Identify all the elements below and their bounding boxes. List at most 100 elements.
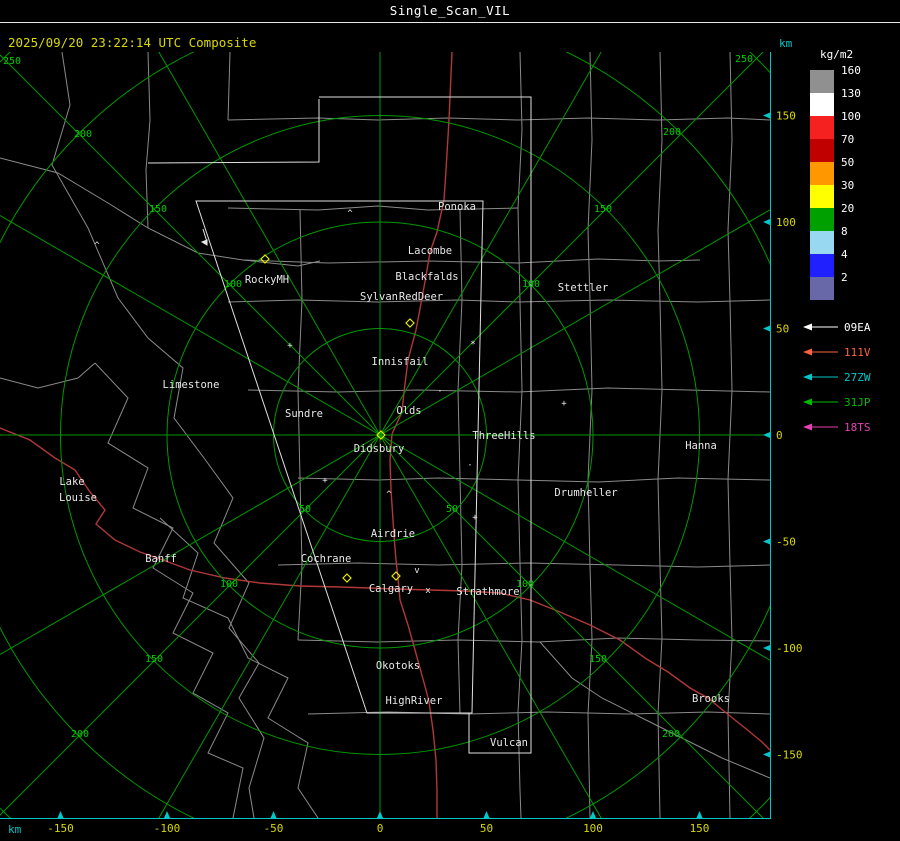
colorbar-swatch [810, 277, 834, 300]
city-label-banff: Banff [145, 553, 177, 565]
range-ring-labels: 1001502002501001502002505010015020050100… [3, 54, 753, 740]
radar-arrow-icon [803, 423, 812, 431]
colorbar-value: 2 [841, 271, 848, 284]
right-axis-tick [763, 325, 770, 332]
colorbar-swatch [810, 93, 834, 116]
colorbar-value: 70 [841, 133, 854, 146]
right-axis-label: 100 [776, 216, 796, 229]
azimuth-line [0, 52, 764, 816]
scan-outline [147, 99, 320, 164]
bottom-axis-tick [57, 811, 64, 818]
right-axis-label: -50 [776, 536, 796, 549]
radar-arrow-icon [803, 323, 812, 331]
city-label-rockymh: RockyMH [245, 274, 289, 286]
city-label-olds: Olds [396, 405, 421, 417]
map-symbol: + [561, 399, 567, 409]
colorbar-value: 8 [841, 225, 848, 238]
city-label-ponoka: Ponoka [438, 201, 476, 213]
bottom-axis-label: 0 [377, 822, 384, 835]
bottom-axis-tick [590, 811, 596, 818]
right-axis-tick [763, 751, 770, 758]
range-ring-label: 150 [149, 204, 167, 215]
county-line [94, 362, 244, 818]
right-axis-tick [763, 219, 770, 225]
radar-arrow-icon [803, 398, 812, 406]
site-marker-diamond [391, 571, 401, 581]
range-rings [0, 52, 770, 818]
bottom-axis-label: 50 [480, 822, 493, 835]
site-marker-diamond [342, 573, 352, 583]
radar-legend: 09EA 111V 27ZW 31JP 18TS [803, 321, 871, 434]
right-axis-label: 0 [776, 429, 783, 442]
bottom-axis-tick [377, 811, 383, 818]
colorbar-value: 30 [841, 179, 854, 192]
bottom-axis-label: 150 [690, 822, 710, 835]
map-symbol: x [425, 586, 431, 596]
colorbar-swatch [810, 254, 834, 277]
right-axis-label: -100 [776, 642, 803, 655]
range-ring-label: 150 [594, 204, 612, 215]
colorbar-swatch [810, 185, 834, 208]
colorbar-value: 160 [841, 64, 861, 77]
map-area: 1001502002501001502002505010015020050100… [0, 52, 770, 818]
bottom-axis-tick [270, 811, 277, 818]
right-axis: 150 100 50 0 -50 -100 -150 [763, 52, 803, 819]
city-label-blackfalds: Blackfalds [395, 271, 458, 283]
timestamp-label: 2025/09/20 23:22:14 UTC Composite [8, 35, 256, 50]
city-label-vulcan: Vulcan [490, 737, 528, 749]
city-label-sylvan: Sylvan [360, 291, 398, 303]
bottom-axis-tick [483, 811, 490, 818]
city-label-lake: Lake [59, 476, 84, 488]
city-label-louise: Louise [59, 492, 97, 504]
range-ring-label: 150 [589, 654, 607, 665]
bottom-axis-label: -100 [154, 822, 181, 835]
county-line [277, 562, 770, 568]
county-line [227, 299, 770, 303]
city-label-strathmore: Strathmore [456, 586, 519, 598]
bottom-axis-tick [696, 811, 703, 818]
map-symbol: * [470, 340, 475, 350]
map-symbol: · [467, 461, 472, 471]
radar-id-label: 09EA [844, 321, 871, 334]
city-label-threehills: ThreeHills [472, 430, 535, 442]
city-label-highriver: HighRiver [386, 695, 443, 707]
right-axis-label: 150 [776, 110, 796, 123]
azimuth-line [0, 54, 764, 818]
right-axis-tick [763, 538, 770, 545]
right-axis-tick [763, 112, 770, 119]
map-symbol: ^ [347, 209, 353, 219]
colorbar-swatch [810, 70, 834, 93]
colorbar-value: 100 [841, 110, 861, 123]
map-symbol: + [322, 476, 328, 486]
range-ring-label: 100 [224, 279, 242, 290]
county-line [159, 517, 319, 818]
radar-id-label: 111V [844, 346, 871, 359]
county-line [297, 477, 770, 483]
city-label-reddeer: RedDeer [399, 291, 443, 303]
colorbar-swatch [810, 162, 834, 185]
range-ring-label: 200 [662, 729, 680, 740]
range-ring-label: 200 [71, 729, 89, 740]
county-line [297, 637, 770, 643]
colorbar-value: 50 [841, 156, 854, 169]
bottom-axis-label: 100 [583, 822, 603, 835]
window-title: Single_Scan_VIL [390, 3, 510, 18]
city-label-drumheller: Drumheller [554, 487, 617, 499]
range-ring-label: 200 [663, 127, 681, 138]
city-label-okotoks: Okotoks [376, 660, 420, 672]
range-ring-label: 100 [220, 579, 238, 590]
radar-arrow-icon [803, 348, 812, 356]
radar-id-label: 18TS [844, 421, 871, 434]
bottom-axis-tick [164, 811, 170, 818]
county-line [227, 52, 231, 121]
map-symbol: + [472, 513, 478, 523]
bottom-axis-label: -50 [264, 822, 284, 835]
colorbar-swatch [810, 208, 834, 231]
site-marker-diamond [405, 318, 415, 328]
city-label-sundre: Sundre [285, 408, 323, 420]
colorbar-value: 20 [841, 202, 854, 215]
colorbar-swatch [810, 139, 834, 162]
county-line [247, 387, 770, 393]
range-ring-200km [0, 52, 770, 818]
right-axis-label: 50 [776, 323, 789, 336]
